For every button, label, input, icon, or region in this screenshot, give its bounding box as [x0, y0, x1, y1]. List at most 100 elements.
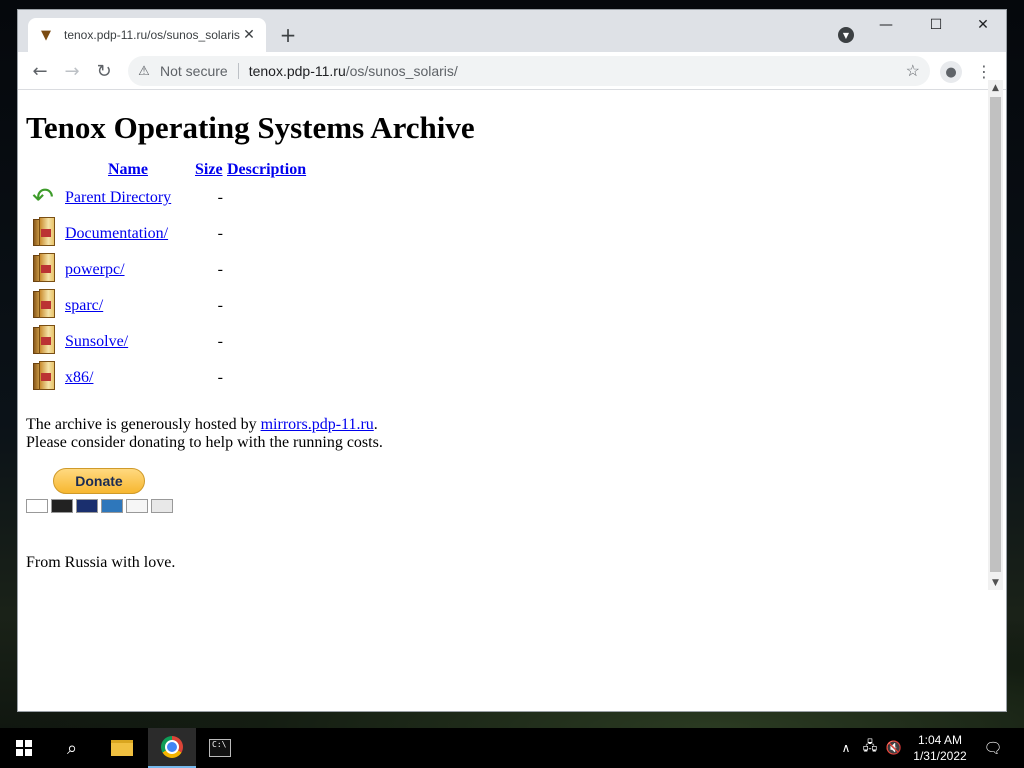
- folder-icon: [30, 324, 56, 355]
- sort-by-size-link[interactable]: Size: [195, 161, 223, 178]
- command-prompt-icon: C:\: [209, 739, 231, 757]
- donate-note: Please consider donating to help with th…: [26, 434, 383, 451]
- command-prompt-button[interactable]: C:\: [196, 728, 244, 768]
- file-explorer-icon: [111, 740, 133, 756]
- discover-card-icon: [126, 499, 148, 513]
- scroll-up-icon[interactable]: ▲: [988, 80, 1003, 95]
- entry-description: [225, 180, 308, 216]
- listing-header-row: Name Size Description: [28, 160, 308, 180]
- parent-directory-link[interactable]: Parent Directory: [65, 189, 171, 206]
- entry-description: [225, 216, 308, 252]
- size-column-header: Size: [193, 160, 225, 180]
- folder-icon: [30, 360, 56, 391]
- folder-link-sunsolve[interactable]: Sunsolve/: [65, 333, 128, 350]
- security-label[interactable]: Not secure: [160, 63, 228, 79]
- maestro-card-icon: [76, 499, 98, 513]
- entry-size: -: [217, 369, 223, 386]
- minimize-button[interactable]: —: [863, 10, 909, 40]
- back-button[interactable]: ←: [28, 59, 52, 83]
- table-row: ↶ Parent Directory -: [28, 180, 308, 216]
- entry-size: -: [217, 225, 223, 242]
- browser-tab[interactable]: ▼ tenox.pdp-11.ru/os/sunos_solaris/ ✕: [28, 18, 266, 52]
- browser-toolbar: ← → ↻ ⚠ Not secure tenox.pdp-11.ru/os/su…: [18, 52, 1006, 90]
- scroll-thumb[interactable]: [990, 97, 1001, 572]
- table-row: x86/ -: [28, 360, 308, 396]
- table-row: sparc/ -: [28, 288, 308, 324]
- entry-size: -: [217, 261, 223, 278]
- mirrors-link[interactable]: mirrors.pdp-11.ru: [261, 416, 374, 433]
- new-tab-button[interactable]: +: [276, 23, 300, 47]
- hosting-note: The archive is generously hosted by mirr…: [26, 416, 383, 452]
- folder-icon: [30, 252, 56, 283]
- forward-button[interactable]: →: [60, 59, 84, 83]
- folder-link-x86[interactable]: x86/: [65, 369, 93, 386]
- bookmark-star-icon[interactable]: ☆: [906, 61, 920, 81]
- background-window-scrollbar[interactable]: ▲ ▼: [988, 80, 1003, 590]
- site-favicon-icon: ▼: [41, 27, 51, 43]
- windows-logo-icon: [16, 740, 32, 756]
- entry-description: [225, 288, 308, 324]
- visa-card-icon: [26, 499, 48, 513]
- file-explorer-button[interactable]: [98, 728, 146, 768]
- page-title: Tenox Operating Systems Archive: [26, 110, 475, 145]
- reload-button[interactable]: ↻: [92, 59, 116, 83]
- mastercard-icon: [51, 499, 73, 513]
- clock-time: 1:04 AM: [917, 733, 963, 747]
- donate-button[interactable]: Donate: [53, 468, 145, 494]
- volume-muted-icon[interactable]: 🔇: [884, 728, 904, 768]
- maximize-button[interactable]: ☐: [913, 10, 959, 40]
- clock-date: 1/31/2022: [913, 749, 967, 763]
- sort-by-name-link[interactable]: Name: [108, 161, 148, 178]
- address-bar[interactable]: ⚠ Not secure tenox.pdp-11.ru/os/sunos_so…: [128, 56, 930, 86]
- donate-widget: Donate: [26, 468, 176, 513]
- directory-listing: Name Size Description ↶ Parent Directory…: [28, 160, 308, 396]
- entry-description: [225, 252, 308, 288]
- account-icon[interactable]: ●: [940, 61, 962, 83]
- jcb-card-icon: [151, 499, 173, 513]
- table-row: Sunsolve/ -: [28, 324, 308, 360]
- amex-card-icon: [101, 499, 123, 513]
- payment-cards: [26, 499, 176, 513]
- entry-description: [225, 324, 308, 360]
- close-window-button[interactable]: ✕: [960, 10, 1006, 40]
- network-icon[interactable]: 🖧: [860, 728, 880, 768]
- sort-by-description-link[interactable]: Description: [227, 161, 306, 178]
- icon-column-header: [28, 160, 63, 180]
- chrome-icon: [161, 736, 183, 758]
- menu-kebab-icon[interactable]: ⋮: [976, 60, 992, 82]
- scroll-down-icon[interactable]: ▼: [988, 575, 1003, 590]
- folder-link-documentation[interactable]: Documentation/: [65, 225, 168, 242]
- folder-icon: [30, 216, 56, 247]
- tab-title: tenox.pdp-11.ru/os/sunos_solaris/: [64, 28, 240, 42]
- footer-text: From Russia with love.: [26, 554, 176, 571]
- hosted-suffix: .: [373, 416, 378, 433]
- address-separator: [237, 63, 239, 79]
- folder-link-sparc[interactable]: sparc/: [65, 297, 103, 314]
- folder-link-powerpc[interactable]: powerpc/: [65, 261, 125, 278]
- page-content: Tenox Operating Systems Archive Name Siz…: [18, 90, 1006, 711]
- entry-description: [225, 360, 308, 396]
- entry-size: -: [217, 189, 223, 206]
- chrome-taskbar-button[interactable]: [148, 728, 196, 768]
- search-button[interactable]: ⌕: [48, 728, 96, 768]
- notifications-icon[interactable]: 🗨: [978, 728, 1008, 768]
- show-hidden-icons-button[interactable]: ∧: [836, 728, 856, 768]
- back-arrow-icon: ↶: [32, 183, 54, 213]
- tab-search-icon[interactable]: ▼: [838, 27, 854, 43]
- hosted-prefix: The archive is generously hosted by: [26, 416, 261, 433]
- warning-icon[interactable]: ⚠: [136, 63, 152, 79]
- browser-window: ▼ tenox.pdp-11.ru/os/sunos_solaris/ ✕ + …: [18, 10, 1006, 711]
- table-row: powerpc/ -: [28, 252, 308, 288]
- title-bar: ▼ tenox.pdp-11.ru/os/sunos_solaris/ ✕ + …: [18, 10, 1006, 52]
- url-host[interactable]: tenox.pdp-11.ru: [249, 63, 346, 79]
- url-path[interactable]: /os/sunos_solaris/: [346, 63, 458, 79]
- description-column-header: Description: [225, 160, 308, 180]
- taskbar: ⌕ C:\ ∧ 🖧 🔇 1:04 AM 1/31/2022 🗨: [0, 728, 1024, 768]
- clock[interactable]: 1:04 AM 1/31/2022: [908, 728, 972, 768]
- start-button[interactable]: [0, 728, 48, 768]
- entry-size: -: [217, 297, 223, 314]
- search-icon: ⌕: [66, 737, 78, 759]
- table-row: Documentation/ -: [28, 216, 308, 252]
- name-column-header: Name: [63, 160, 193, 180]
- tab-close-icon[interactable]: ✕: [240, 26, 258, 44]
